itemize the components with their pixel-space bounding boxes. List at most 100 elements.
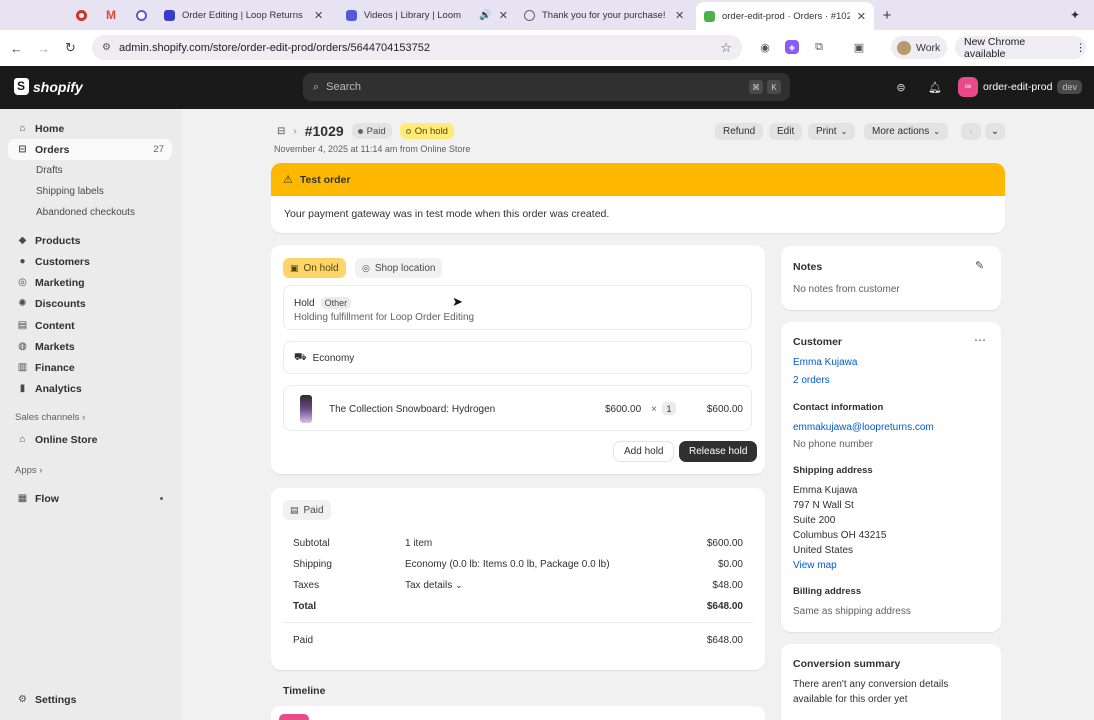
close-icon[interactable]: ✕ — [314, 9, 323, 22]
sidebar-item-discounts[interactable]: ✺ Discounts — [8, 293, 172, 314]
timeline-card — [271, 706, 765, 720]
sidebar-item-marketing[interactable]: ◎ Marketing — [8, 272, 172, 293]
sidebar-item-content[interactable]: ▤ Content — [8, 315, 172, 336]
payment-row-amount: $648.00 — [706, 635, 743, 646]
admin-topbar: shopify ⌕ Search ⌘ K ⊜ 🔔︎ oe order-edit-… — [0, 66, 1094, 109]
refund-button[interactable]: Refund — [715, 123, 764, 140]
edit-button[interactable]: Edit — [769, 123, 803, 140]
sidebar-item-customers[interactable]: ● Customers — [8, 251, 172, 272]
pinned-tab-gmail[interactable]: M — [96, 0, 126, 30]
tax-details-toggle[interactable]: Tax details ⌄ — [405, 580, 463, 591]
sidebar-item-orders[interactable]: ⊟ Orders 27 — [8, 139, 172, 160]
image-icon: ▤ — [17, 320, 28, 331]
extension-loom-icon[interactable]: ◈ — [785, 40, 799, 54]
sidebar-item-analytics[interactable]: ▮ Analytics — [8, 378, 172, 399]
speaker-icon[interactable]: 🔊 — [479, 10, 491, 21]
gemini-icon[interactable]: ✦ — [1070, 8, 1080, 22]
notes-empty: No notes from customer — [793, 284, 900, 295]
next-order-button[interactable]: ⌄ — [985, 123, 1005, 140]
orders-icon: ⊟ — [18, 144, 27, 155]
sidebar-item-settings[interactable]: ⚙ Settings — [8, 689, 172, 710]
more-actions-button[interactable]: More actions ⌄ — [864, 123, 948, 140]
url-text: admin.shopify.com/store/order-edit-prod/… — [118, 41, 431, 54]
payment-row-amount: $0.00 — [717, 559, 743, 570]
sidebar-item-drafts[interactable]: Drafts — [36, 165, 63, 176]
update-chrome-button[interactable]: New Chrome available ⋮ — [955, 36, 1087, 60]
camera-icon[interactable]: ◉ — [758, 40, 772, 54]
fulfillment-status-badge: On hold — [399, 123, 454, 139]
tab-order-editing[interactable]: Order Editing | Loop Returns ✕ — [156, 0, 338, 30]
close-icon[interactable]: ✕ — [675, 9, 684, 22]
address-line: Suite 200 — [793, 515, 836, 526]
store-menu[interactable]: oe order-edit-prod dev — [958, 77, 1082, 97]
close-icon[interactable]: ✕ — [499, 9, 508, 22]
bell-icon[interactable]: 🔔︎ — [928, 80, 942, 94]
sidebar-item-abandoned-checkouts[interactable]: Abandoned checkouts — [36, 207, 135, 218]
shipping-method: ⛟ Economy — [294, 352, 354, 365]
kebab-menu-icon[interactable]: ⋮ — [1076, 42, 1087, 54]
conversion-message-1: There aren't any conversion details — [793, 679, 949, 690]
new-tab-button[interactable]: + — [874, 0, 900, 30]
forward-button[interactable]: → — [30, 35, 57, 62]
sales-channels-label: Sales channels — [15, 412, 80, 423]
back-button[interactable]: ← — [3, 35, 30, 62]
sidebar-item-label: Finance — [35, 361, 75, 374]
orders-back-icon[interactable]: ⊟ — [277, 126, 285, 137]
search-input[interactable]: ⌕ Search ⌘ K — [303, 73, 790, 101]
store-switcher-icon[interactable]: ⊜ — [894, 80, 908, 94]
reload-button[interactable]: ↻ — [57, 35, 84, 62]
release-hold-button[interactable]: Release hold — [679, 441, 758, 462]
site-info-icon[interactable]: ⚙ — [102, 42, 111, 53]
extensions-puzzle-icon[interactable]: ⧉ — [812, 40, 826, 54]
shopify-bag-icon — [14, 78, 29, 95]
customer-phone: No phone number — [793, 439, 874, 450]
customer-orders-link[interactable]: 2 orders — [793, 375, 830, 386]
pinned-tab-1[interactable] — [66, 0, 96, 30]
sidepanel-icon[interactable]: ▣ — [852, 40, 866, 54]
sidebar-item-label: Settings — [35, 693, 77, 706]
close-icon[interactable]: ✕ — [857, 10, 866, 23]
address-line: Emma Kujawa — [793, 485, 858, 496]
admin-sidebar: ⌂ Home ⊟ Orders 27 Drafts Shipping label… — [0, 109, 182, 720]
sidebar-item-finance[interactable]: ▥ Finance — [8, 357, 172, 378]
tab-thank-you[interactable]: Thank you for your purchase! ✕ — [516, 0, 696, 30]
loom-icon — [346, 9, 357, 21]
payment-row-label: Shipping — [293, 559, 332, 570]
shipping-address-title: Shipping address — [793, 465, 873, 476]
payment-row-amount: $48.00 — [712, 580, 743, 591]
pinned-tab-3[interactable] — [126, 0, 156, 30]
env-badge: dev — [1057, 80, 1082, 94]
shopify-logo[interactable]: shopify — [14, 78, 83, 95]
line-item-qty: 1 — [662, 402, 676, 415]
sidebar-item-flow[interactable]: ▦ Flow — [8, 488, 172, 509]
profile-avatar — [897, 40, 911, 55]
sidebar-item-home[interactable]: ⌂ Home — [8, 118, 172, 139]
customer-email-link[interactable]: emmakujawa@loopreturns.com — [793, 422, 934, 433]
tab-label: Videos | Library | Loom — [363, 9, 462, 21]
apps-heading[interactable]: Apps › — [15, 465, 42, 476]
banner-header: ⚠ Test order — [271, 163, 1005, 196]
sidebar-item-shipping-labels[interactable]: Shipping labels — [36, 186, 104, 197]
pencil-icon[interactable]: ✎ — [975, 259, 984, 272]
location-pin-icon: ◎ — [362, 262, 370, 273]
product-thumbnail[interactable] — [300, 395, 312, 423]
view-map-link[interactable]: View map — [793, 560, 837, 571]
hold-heading: Hold Other — [294, 297, 352, 309]
globe-icon — [524, 9, 535, 21]
previous-order-button[interactable]: ‹ — [961, 123, 981, 140]
bookmark-star-icon[interactable]: ☆ — [720, 40, 732, 56]
address-bar[interactable]: ⚙ admin.shopify.com/store/order-edit-pro… — [92, 35, 742, 60]
add-hold-button[interactable]: Add hold — [613, 441, 675, 462]
tab-loom[interactable]: Videos | Library | Loom 🔊 ✕ — [338, 0, 516, 30]
profile-chip[interactable]: Work — [891, 36, 947, 59]
sidebar-item-products[interactable]: ◆ Products — [8, 230, 172, 251]
sidebar-item-markets[interactable]: ◍ Markets — [8, 336, 172, 357]
tab-order-1029[interactable]: order-edit-prod · Orders · #1029 ✕ — [696, 2, 874, 30]
ellipsis-icon[interactable]: ⋯ — [974, 333, 986, 347]
sidebar-item-online-store[interactable]: ⌂ Online Store — [8, 429, 172, 450]
line-item-name[interactable]: The Collection Snowboard: Hydrogen — [329, 404, 495, 415]
sales-channels-heading[interactable]: Sales channels › — [15, 412, 85, 423]
customer-name-link[interactable]: Emma Kujawa — [793, 357, 857, 368]
billing-address-title: Billing address — [793, 586, 862, 597]
print-button[interactable]: Print ⌄ — [808, 123, 856, 140]
